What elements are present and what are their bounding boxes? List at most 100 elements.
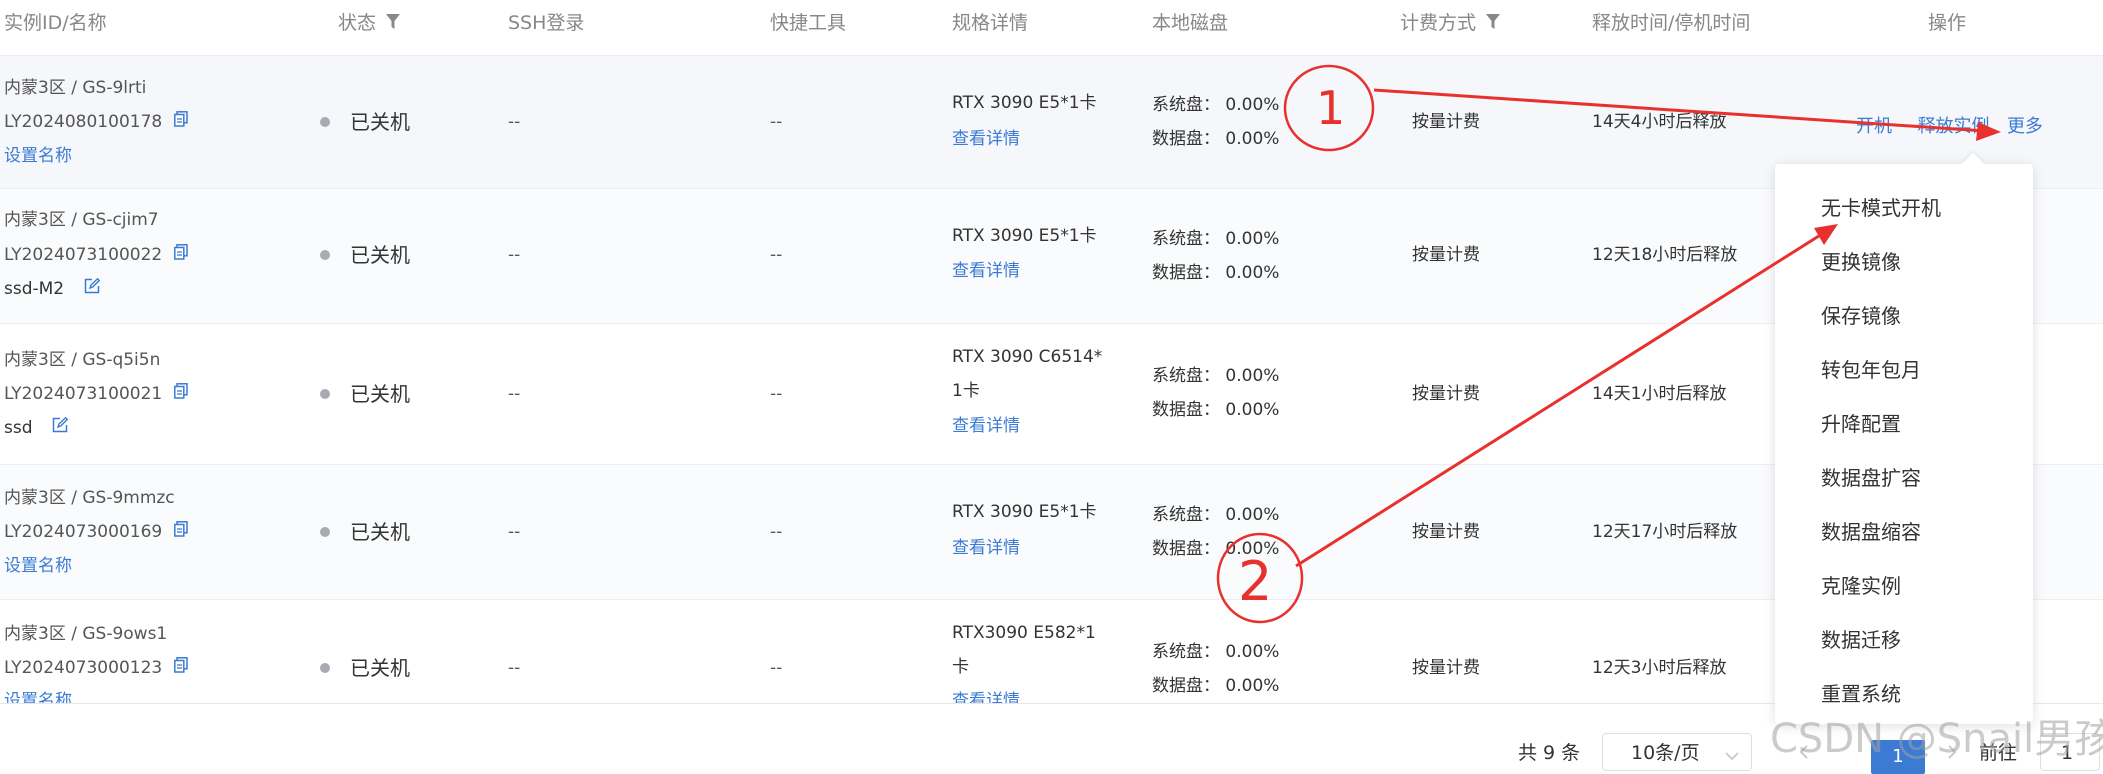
row-zone: 内蒙3区 / GS-9mmzc: [4, 488, 175, 508]
menu-item-convert-monthly[interactable]: 转包年包月: [1821, 355, 1921, 385]
row-ssh: --: [508, 384, 521, 404]
row-billing: 按量计费: [1412, 384, 1480, 404]
pagination-total: 共 9 条: [1518, 742, 1581, 764]
filter-icon[interactable]: [1486, 1, 1501, 47]
row-tools: --: [770, 658, 783, 678]
edit-icon[interactable]: [84, 272, 100, 306]
row-tools: --: [770, 112, 783, 132]
instance-name: ssd: [4, 411, 69, 445]
row-id: LY2024080100178: [4, 105, 188, 139]
menu-item-disk-shrink[interactable]: 数据盘缩容: [1821, 517, 1921, 547]
row-zone: 内蒙3区 / GS-9ows1: [4, 624, 168, 644]
row-sys-disk: 系统盘： 0.00%: [1152, 95, 1280, 115]
menu-item-clone[interactable]: 克隆实例: [1821, 571, 1901, 601]
set-name-link[interactable]: 设置名称: [4, 139, 72, 173]
release-button[interactable]: 释放实例: [1917, 116, 1989, 137]
row-billing: 按量计费: [1412, 522, 1480, 542]
row-id: LY2024073100021: [4, 377, 188, 411]
view-detail-link[interactable]: 查看详情: [952, 409, 1020, 443]
row-data-disk: 数据盘： 0.00%: [1152, 400, 1280, 420]
row-sys-disk: 系统盘： 0.00%: [1152, 366, 1280, 386]
instance-name: ssd-M2: [4, 272, 100, 306]
more-dropdown-menu: 无卡模式开机 更换镜像 保存镜像 转包年包月 升降配置 数据盘扩容 数据盘缩容 …: [1775, 152, 2033, 724]
header-status-label: 状态: [338, 12, 377, 34]
copy-icon[interactable]: [173, 515, 188, 549]
row-release: 12天3小时后释放: [1592, 658, 1727, 678]
row-data-disk: 数据盘： 0.00%: [1152, 539, 1280, 559]
view-detail-link[interactable]: 查看详情: [952, 254, 1020, 288]
row-ssh: --: [508, 245, 521, 265]
row-sys-disk: 系统盘： 0.00%: [1152, 642, 1280, 662]
status-dot: [320, 663, 330, 673]
row-status: 已关机: [320, 377, 410, 411]
row-status: 已关机: [320, 238, 410, 272]
instance-id: LY2024073100021: [4, 384, 163, 404]
table-header: 实例ID/名称 状态 SSH登录 快捷工具 规格详情 本地磁盘 计费方式 释放时…: [0, 0, 2103, 56]
row-status: 已关机: [320, 651, 410, 685]
row-data-disk: 数据盘： 0.00%: [1152, 676, 1280, 696]
header-billing-label: 计费方式: [1400, 12, 1477, 34]
instance-list-page: 实例ID/名称 状态 SSH登录 快捷工具 规格详情 本地磁盘 计费方式 释放时…: [0, 0, 2103, 774]
menu-item-no-gpu-start[interactable]: 无卡模式开机: [1821, 193, 1941, 223]
instance-id: LY2024073000169: [4, 522, 163, 542]
row-spec: RTX3090 E582*1: [952, 623, 1096, 643]
menu-item-change-image[interactable]: 更换镜像: [1821, 247, 1901, 277]
row-sys-disk: 系统盘： 0.00%: [1152, 229, 1280, 249]
row-status: 已关机: [320, 515, 410, 549]
menu-item-disk-expand[interactable]: 数据盘扩容: [1821, 463, 1921, 493]
row-id: LY2024073000123: [4, 651, 188, 685]
row-tools: --: [770, 245, 783, 265]
page-size-select[interactable]: 10条/页: [1602, 733, 1752, 771]
row-release: 12天18小时后释放: [1592, 245, 1738, 265]
set-name-link[interactable]: 设置名称: [4, 684, 72, 703]
row-data-disk: 数据盘： 0.00%: [1152, 263, 1280, 283]
row-sys-disk: 系统盘： 0.00%: [1152, 505, 1280, 525]
row-data-disk: 数据盘： 0.00%: [1152, 129, 1280, 149]
filter-icon[interactable]: [386, 1, 401, 47]
view-detail-link[interactable]: 查看详情: [952, 684, 1020, 703]
header-disk: 本地磁盘: [1152, 12, 1229, 34]
header-ssh: SSH登录: [508, 12, 585, 34]
copy-icon[interactable]: [173, 105, 188, 139]
status-dot: [320, 117, 330, 127]
instance-id: LY2024073100022: [4, 245, 163, 265]
view-detail-link[interactable]: 查看详情: [952, 531, 1020, 565]
row-id: LY2024073000169: [4, 515, 188, 549]
row-zone: 内蒙3区 / GS-q5i5n: [4, 350, 161, 370]
menu-item-reset-system[interactable]: 重置系统: [1821, 679, 1901, 709]
row-release: 12天17小时后释放: [1592, 522, 1738, 542]
header-instance: 实例ID/名称: [4, 12, 107, 34]
row-release: 14天1小时后释放: [1592, 384, 1727, 404]
copy-icon[interactable]: [173, 377, 188, 411]
row-ssh: --: [508, 522, 521, 542]
copy-icon[interactable]: [173, 651, 188, 685]
row-spec: RTX 3090 E5*1卡: [952, 502, 1097, 522]
row-ssh: --: [508, 112, 521, 132]
row-spec: RTX 3090 E5*1卡: [952, 93, 1097, 113]
view-detail-link[interactable]: 查看详情: [952, 122, 1020, 156]
menu-item-resize[interactable]: 升降配置: [1821, 409, 1901, 439]
row-release: 14天4小时后释放: [1592, 112, 1727, 132]
row-spec-cont: 卡: [952, 657, 969, 677]
header-billing[interactable]: 计费方式: [1400, 0, 1501, 47]
row-billing: 按量计费: [1412, 658, 1480, 678]
more-button[interactable]: 更多: [2007, 116, 2043, 137]
menu-item-save-image[interactable]: 保存镜像: [1821, 301, 1901, 331]
row-ops: 开机 释放实例 更多: [1856, 112, 2043, 138]
row-billing: 按量计费: [1412, 245, 1480, 265]
header-ops: 操作: [1928, 12, 1967, 34]
copy-icon[interactable]: [173, 238, 188, 272]
header-spec: 规格详情: [952, 12, 1029, 34]
header-status[interactable]: 状态: [338, 0, 401, 47]
instance-id: LY2024080100178: [4, 112, 163, 132]
set-name-link[interactable]: 设置名称: [4, 549, 72, 583]
header-release: 释放时间/停机时间: [1592, 12, 1751, 34]
chevron-down-icon: [1725, 746, 1739, 765]
status-dot: [320, 250, 330, 260]
row-status: 已关机: [320, 105, 410, 139]
edit-icon[interactable]: [52, 411, 69, 445]
instance-id: LY2024073000123: [4, 658, 163, 678]
start-button[interactable]: 开机: [1856, 116, 1892, 137]
menu-item-migrate[interactable]: 数据迁移: [1821, 625, 1901, 655]
row-zone: 内蒙3区 / GS-cjim7: [4, 210, 159, 230]
